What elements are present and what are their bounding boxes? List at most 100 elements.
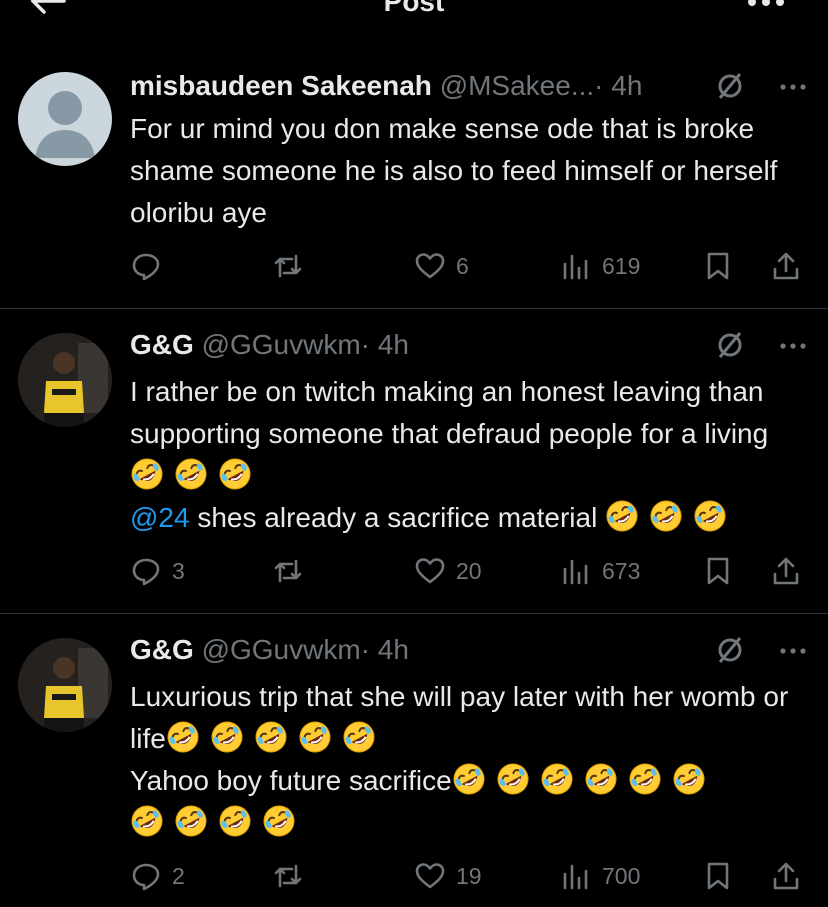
rofl-emoji [130, 457, 164, 491]
post-header: G&G @GGuvwkm· 4h [130, 634, 808, 668]
post-text: Luxurious trip that she will pay later w… [130, 676, 810, 844]
reply-icon [132, 863, 160, 891]
rofl-emoji [166, 720, 200, 754]
avatar-photo[interactable] [18, 638, 112, 732]
more-icon[interactable] [778, 82, 808, 92]
author-handle[interactable]: @GGuvwkm [202, 634, 361, 665]
action-bar: 3 20 673 [130, 553, 810, 589]
post-time[interactable]: · 4h [361, 329, 409, 360]
page-title: Post [383, 0, 445, 17]
share-icon [773, 557, 799, 585]
repost-icon [274, 559, 302, 583]
reply-count: 2 [172, 862, 185, 889]
rofl-emoji [649, 499, 683, 533]
rofl-emoji [342, 720, 376, 754]
share-icon [773, 862, 799, 890]
like-icon [415, 253, 445, 279]
like-button[interactable]: 20 [414, 553, 482, 589]
like-button[interactable]: 6 [414, 248, 469, 284]
views-icon [563, 559, 588, 585]
rofl-emoji [262, 804, 296, 838]
bookmark-icon [707, 862, 729, 890]
repost-button[interactable] [272, 858, 314, 894]
bookmark-button[interactable] [702, 553, 744, 589]
bookmark-button[interactable] [702, 248, 744, 284]
author-name[interactable]: misbaudeen Sakeenah [130, 70, 432, 101]
rofl-emoji [628, 762, 662, 796]
views-count: 673 [602, 557, 641, 584]
author-handle[interactable]: @GGuvwkm [202, 329, 361, 360]
post-text: For ur mind you don make sense ode that … [130, 113, 778, 228]
rofl-emoji [130, 804, 164, 838]
rofl-emoji [174, 804, 208, 838]
repost-icon [274, 864, 302, 888]
more-icon[interactable] [778, 646, 808, 656]
views-button[interactable]: 619 [560, 248, 640, 284]
views-icon [563, 254, 588, 280]
reply-icon [132, 253, 160, 281]
author-name[interactable]: G&G [130, 634, 194, 665]
share-button[interactable] [770, 553, 812, 589]
like-count: 6 [456, 252, 469, 279]
like-count: 19 [456, 862, 482, 889]
more-icon[interactable] [778, 341, 808, 351]
rofl-emoji [174, 457, 208, 491]
bookmark-button[interactable] [702, 858, 744, 894]
rofl-emoji [254, 720, 288, 754]
rofl-emoji [496, 762, 530, 796]
rofl-emoji [605, 499, 639, 533]
post-header: G&G @GGuvwkm· 4h [130, 329, 808, 363]
user-photo [18, 638, 112, 732]
share-button[interactable] [770, 248, 812, 284]
post-text: I rather be on twitch making an honest l… [130, 371, 810, 539]
reply-button[interactable] [130, 248, 172, 284]
like-count: 20 [456, 557, 482, 584]
avatar-default[interactable] [18, 72, 112, 166]
views-count: 700 [602, 862, 641, 889]
views-button[interactable]: 673 [560, 553, 640, 589]
rofl-emoji [298, 720, 332, 754]
post-text-line: shes already a sacrifice material [189, 502, 598, 533]
repost-button[interactable] [272, 248, 314, 284]
top-bar: Post [0, 0, 828, 30]
views-button[interactable]: 700 [560, 858, 640, 894]
post-text-line: I rather be on twitch making an honest l… [130, 376, 769, 449]
share-button[interactable] [770, 858, 812, 894]
author-handle[interactable]: @MSakee... [440, 70, 594, 101]
rofl-emoji [693, 499, 727, 533]
grok-icon[interactable] [716, 331, 744, 359]
avatar-photo[interactable] [18, 333, 112, 427]
post-time[interactable]: · 4h [361, 634, 409, 665]
share-icon [773, 252, 799, 280]
bookmark-icon [707, 252, 729, 280]
rofl-emoji [218, 457, 252, 491]
grok-icon[interactable] [716, 636, 744, 664]
like-icon [415, 558, 445, 584]
rofl-emoji [452, 762, 486, 796]
post-header: misbaudeen Sakeenah @MSakee...· 4h [130, 70, 808, 104]
reply-button[interactable]: 3 [130, 553, 185, 589]
post[interactable]: misbaudeen Sakeenah @MSakee...· 4h For u… [0, 52, 828, 309]
author-name[interactable]: G&G [130, 329, 194, 360]
default-avatar-icon [35, 91, 95, 158]
post[interactable]: G&G @GGuvwkm· 4h I rather be on twitch m… [0, 309, 828, 614]
mention-link[interactable]: @24 [130, 502, 190, 533]
post-time[interactable]: · 4h [594, 70, 642, 101]
rofl-emoji [210, 720, 244, 754]
action-bar: 6 619 [130, 248, 810, 284]
rofl-emoji [218, 804, 252, 838]
reply-count: 3 [172, 557, 185, 584]
user-photo [18, 333, 112, 427]
post[interactable]: G&G @GGuvwkm· 4h Luxurious trip that she… [0, 614, 828, 907]
action-bar: 2 19 700 [130, 858, 810, 894]
like-icon [415, 863, 445, 889]
reply-button[interactable]: 2 [130, 858, 185, 894]
rofl-emoji [584, 762, 618, 796]
like-button[interactable]: 19 [414, 858, 482, 894]
more-options-icon[interactable] [746, 0, 786, 12]
repost-button[interactable] [272, 553, 314, 589]
repost-icon [274, 254, 302, 278]
views-count: 619 [602, 252, 641, 279]
grok-icon[interactable] [716, 72, 744, 100]
reply-icon [132, 558, 160, 586]
